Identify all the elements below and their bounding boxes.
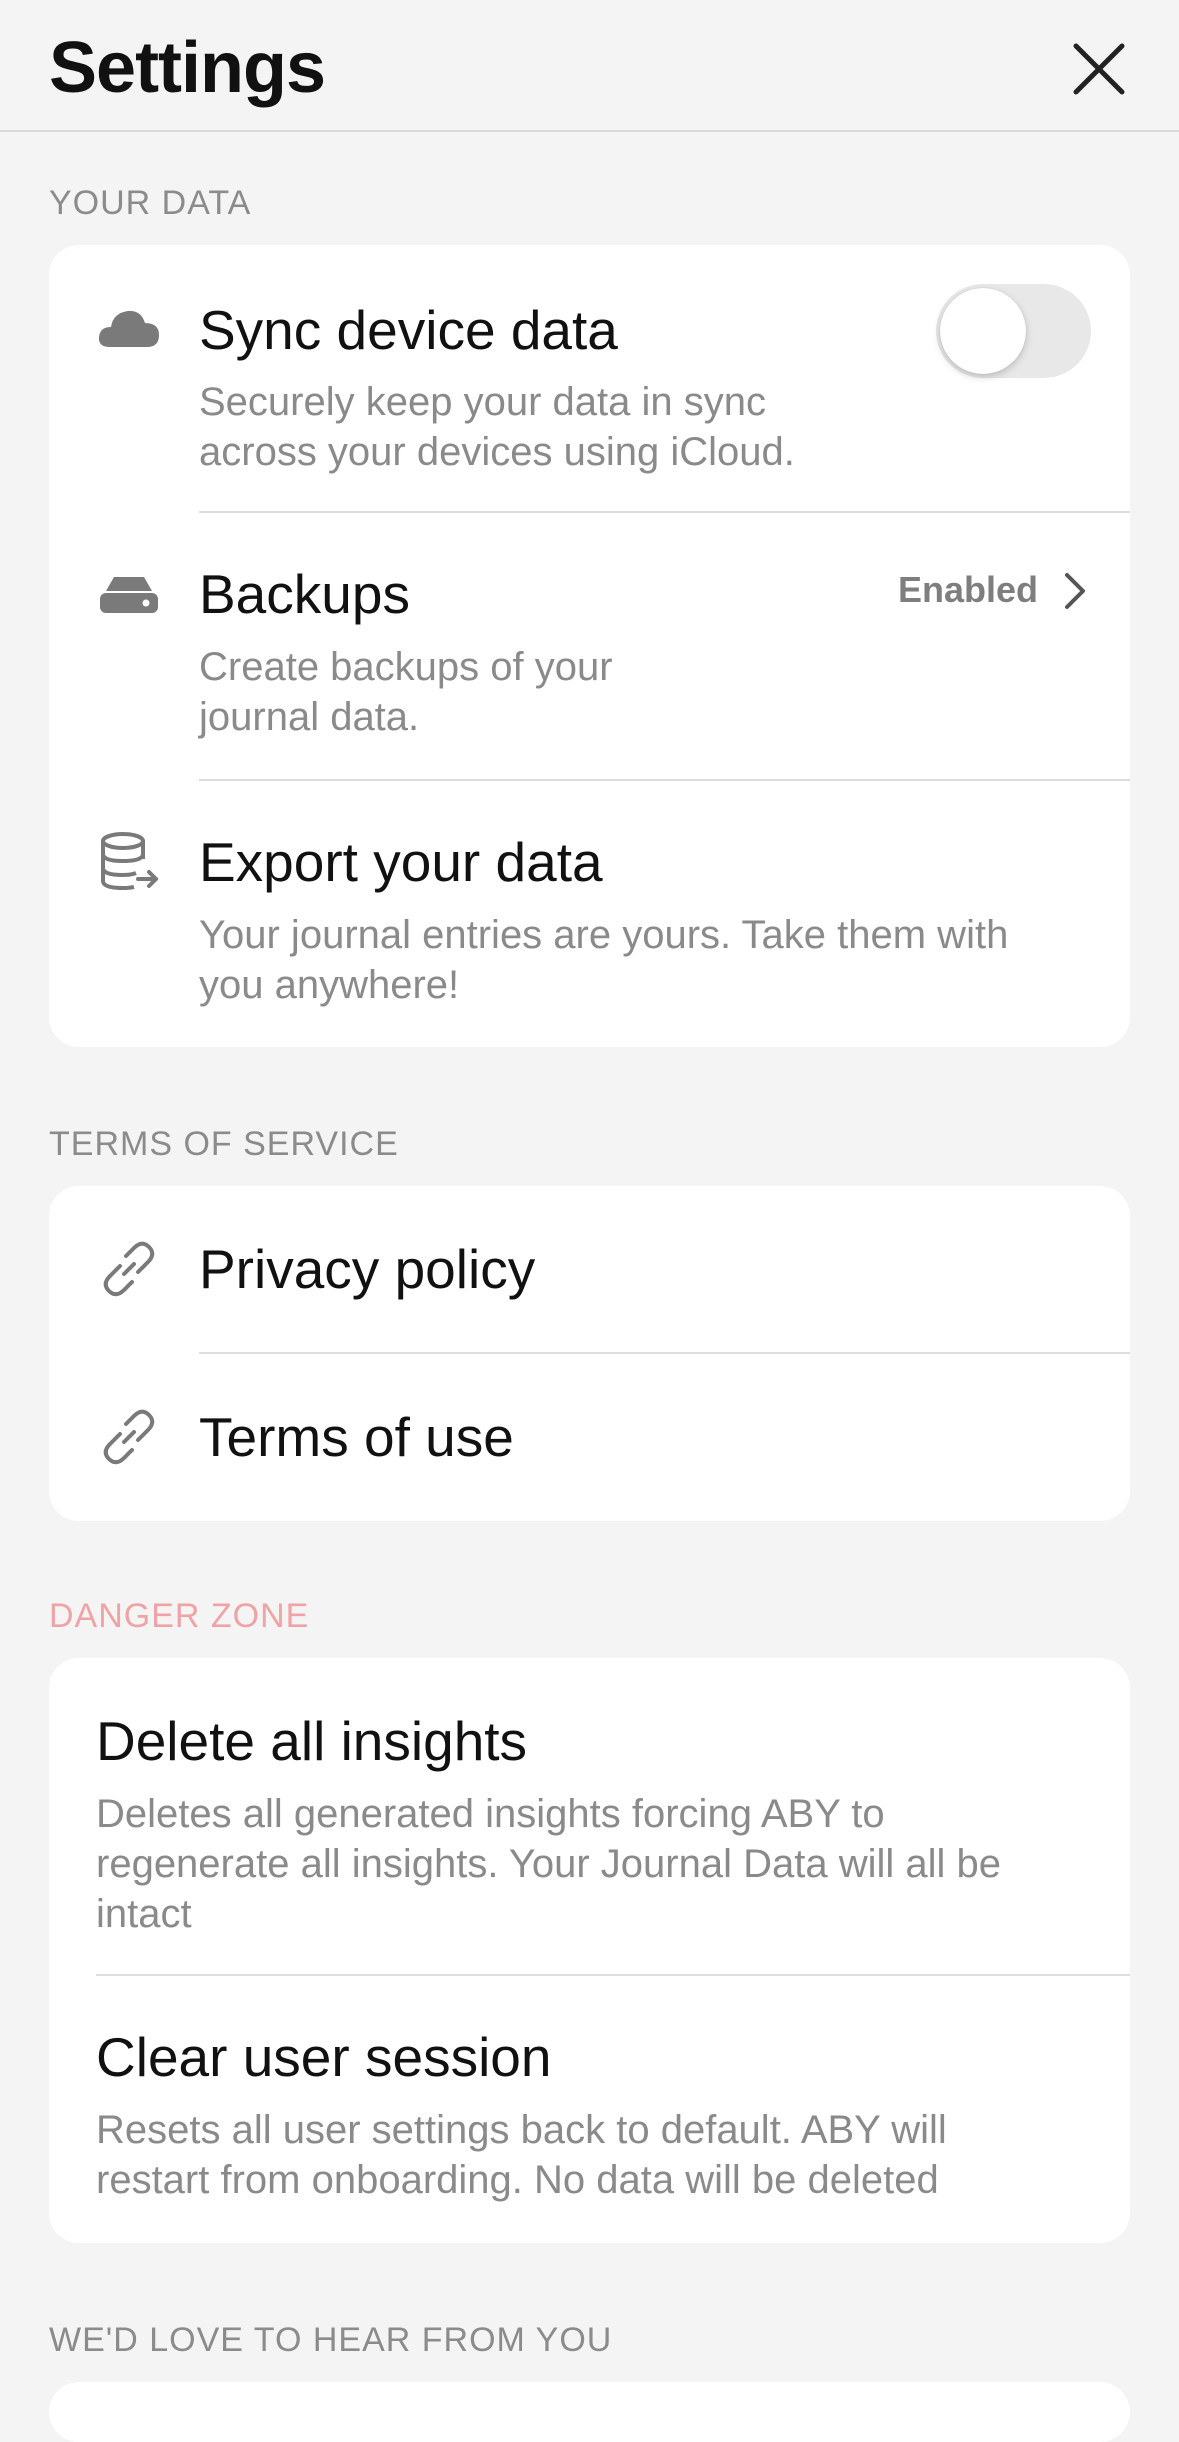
sync-title: Sync device data [199,299,618,361]
backups-row[interactable]: Backups Create backups of your journal d… [49,513,1130,781]
export-data-row[interactable]: Export your data Your journal entries ar… [49,781,1130,1047]
terms-of-use-row[interactable]: Terms of use [49,1354,1130,1521]
clear-session-description-line-1: Resets all user settings back to default… [96,2108,947,2152]
privacy-policy-row[interactable]: Privacy policy [49,1186,1130,1352]
export-description-line-2: you anywhere! [199,963,460,1007]
delete-insights-description-line-1: Deletes all generated insights forcing A… [96,1792,885,1836]
clear-session-title: Clear user session [96,2026,552,2088]
privacy-policy-title: Privacy policy [199,1238,536,1300]
delete-insights-row[interactable]: Delete all insights Deletes all generate… [49,1658,1130,1975]
export-description-line-1: Your journal entries are yours. Take the… [199,913,1009,957]
page-title: Settings [49,28,326,108]
backup-drive-icon [96,561,162,627]
chevron-right-icon [1065,573,1085,609]
export-title: Export your data [199,831,603,893]
section-label-your-data: YOUR DATA [49,184,252,222]
your-data-card: Sync device data Securely keep your data… [49,245,1130,1047]
delete-insights-title: Delete all insights [96,1710,528,1772]
backups-status: Enabled [897,569,1038,610]
header: Settings [0,0,1179,132]
cloud-icon [96,297,162,363]
delete-insights-description-line-3: intact [96,1892,192,1936]
terms-of-use-title: Terms of use [199,1406,514,1468]
sync-toggle[interactable] [936,284,1091,378]
database-export-icon [96,829,162,895]
sync-description-line-2: across your devices using iCloud. [199,430,795,474]
backups-description-line-2: journal data. [199,695,420,739]
terms-card: Privacy policy Terms of use [49,1186,1130,1521]
section-label-terms: TERMS OF SERVICE [49,1125,399,1163]
clear-session-row[interactable]: Clear user session Resets all user setti… [49,1976,1130,2243]
danger-zone-card: Delete all insights Deletes all generate… [49,1658,1130,2243]
link-icon [96,1236,162,1302]
delete-insights-description-line-2: regenerate all insights. Your Journal Da… [96,1842,1001,1886]
close-icon [1073,43,1125,95]
sync-device-data-row[interactable]: Sync device data Securely keep your data… [49,245,1130,513]
close-button[interactable] [1066,36,1132,102]
section-label-danger-zone: DANGER ZONE [49,1597,310,1635]
toggle-knob [940,288,1026,374]
sync-description-line-1: Securely keep your data in sync [199,380,766,424]
link-icon [96,1404,162,1470]
backups-description-line-1: Create backups of your [199,645,613,689]
backups-title: Backups [199,563,410,625]
feedback-card [49,2382,1130,2442]
clear-session-description-line-2: restart from onboarding. No data will be… [96,2158,939,2202]
section-label-feedback: WE'D LOVE TO HEAR FROM YOU [49,2321,613,2359]
